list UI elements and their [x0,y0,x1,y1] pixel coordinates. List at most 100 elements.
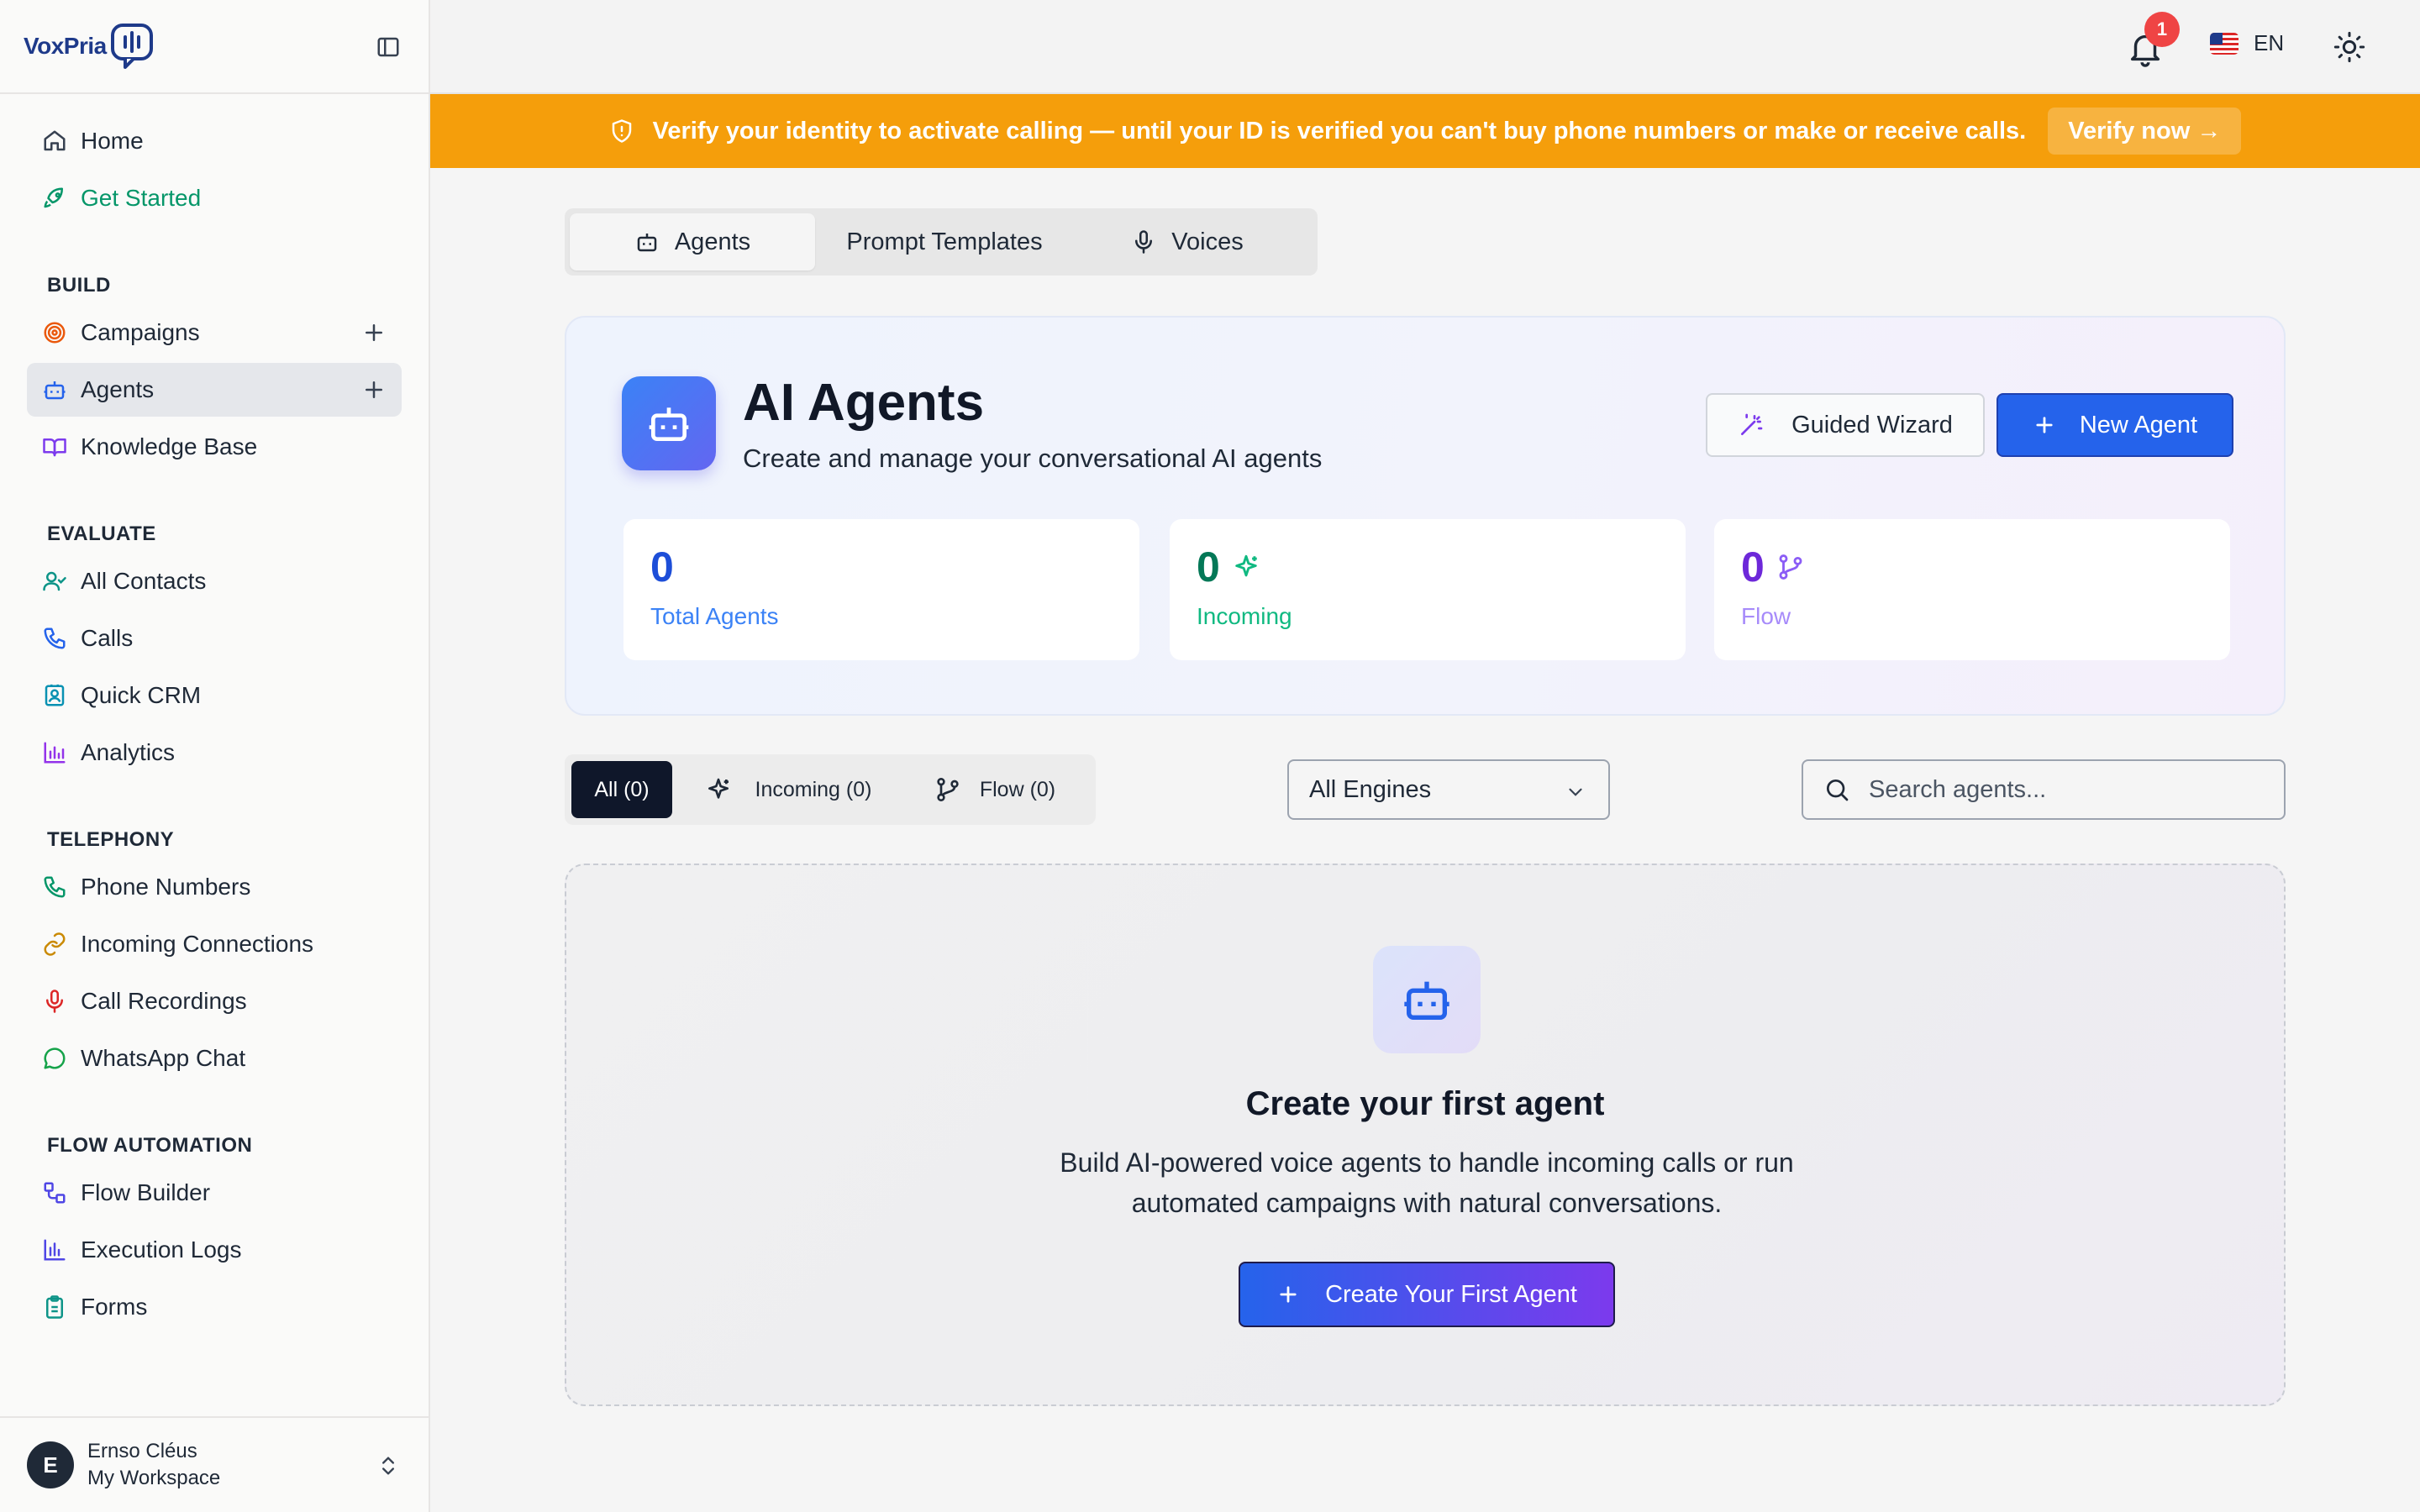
stat-card-flow: 0 Flow [1714,519,2230,660]
phone-icon [42,874,67,900]
user-menu[interactable]: E Ernso Cléus My Workspace [0,1416,429,1512]
user-check-icon [42,569,67,594]
content-tabs: Agents Prompt Templates Voices [565,208,1318,276]
sidebar-item-label: Get Started [81,185,202,211]
sidebar-item-all-contacts[interactable]: All Contacts [27,554,402,608]
logo-mark-icon [110,24,153,69]
section-title-build: BUILD [47,274,111,297]
target-icon [42,320,67,345]
sidebar: VoxPria Home Get Started BUILD Campaigns… [0,0,430,1512]
filter-flow[interactable]: Flow (0) [904,761,1086,818]
sidebar-item-label: Calls [81,625,134,651]
tab-label: Agents [674,228,751,255]
sidebar-item-get-started[interactable]: Get Started [27,171,402,225]
tab-label: Prompt Templates [846,228,1043,255]
add-campaign-icon[interactable] [361,320,387,345]
home-icon [42,129,67,154]
sidebar-item-whatsapp-chat[interactable]: WhatsApp Chat [27,1032,402,1085]
bar-chart-icon [42,1237,67,1263]
sidebar-item-label: Agents [81,376,155,402]
stat-label: Flow [1741,603,1791,629]
sidebar-item-execution-logs[interactable]: Execution Logs [27,1223,402,1277]
sidebar-toggle-icon[interactable] [373,32,403,62]
sidebar-item-quick-crm[interactable]: Quick CRM [27,669,402,722]
sidebar-item-label: Phone Numbers [81,874,251,900]
page-subtitle: Create and manage your conversational AI… [743,444,1323,473]
stat-label: Total Agents [650,603,779,629]
sun-icon[interactable] [2333,30,2366,64]
filter-all[interactable]: All (0) [571,761,672,818]
tab-prompt-templates[interactable]: Prompt Templates [815,213,1074,270]
magic-wand-icon [1741,413,1763,435]
contact-card-icon [42,683,67,708]
new-agent-button[interactable]: New Agent [1996,393,2233,457]
sidebar-item-agents[interactable]: Agents [27,363,402,417]
user-info: Ernso Cléus My Workspace [87,1440,220,1490]
filter-flow-label: Flow (0) [979,777,1056,801]
add-agent-icon[interactable] [361,377,387,402]
sidebar-item-label: Campaigns [81,319,200,345]
chat-bubble-icon [42,1046,67,1071]
tab-voices[interactable]: Voices [1074,213,1301,270]
stat-label: Incoming [1197,603,1292,629]
section-title-evaluate: EVALUATE [47,522,156,545]
page-title: AI Agents [743,374,985,432]
empty-state-description: Build AI-powered voice agents to handle … [1060,1147,1794,1218]
bar-chart-icon [42,740,67,765]
tab-agents[interactable]: Agents [570,213,815,270]
sidebar-item-knowledge-base[interactable]: Knowledge Base [27,420,402,474]
sidebar-item-campaigns[interactable]: Campaigns [27,306,402,360]
sidebar-item-incoming-connections[interactable]: Incoming Connections [27,917,402,971]
mic-icon [42,989,67,1014]
empty-state-title: Create your first agent [1245,1085,1605,1122]
banner-text: Verify your identity to activate calling… [652,117,2027,144]
sidebar-item-label: Execution Logs [81,1236,242,1263]
create-first-agent-button[interactable]: Create Your First Agent [1239,1262,1615,1327]
create-first-agent-label: Create Your First Agent [1325,1280,1577,1308]
guided-wizard-button[interactable]: Guided Wizard [1706,393,1985,457]
bot-icon [1373,946,1481,1053]
rocket-icon [42,186,67,211]
agent-type-filter: All (0) Incoming (0) Flow (0) [565,754,1096,825]
verify-now-button[interactable]: Verify now → [2048,108,2242,155]
sidebar-item-label: Analytics [81,739,176,765]
section-title-flow-automation: FLOW AUTOMATION [47,1134,253,1157]
notification-badge: 1 [2144,12,2180,47]
workspace-name: My Workspace [87,1467,221,1489]
plus-icon [1280,1286,1297,1303]
filter-incoming[interactable]: Incoming (0) [672,761,904,818]
sidebar-item-label: All Contacts [81,568,207,594]
tab-label: Voices [1171,228,1244,255]
sidebar-item-flow-builder[interactable]: Flow Builder [27,1166,402,1220]
chevron-down-icon [1569,788,1582,796]
sidebar-item-call-recordings[interactable]: Call Recordings [27,974,402,1028]
chevrons-up-down-icon[interactable] [376,1452,400,1480]
guided-wizard-label: Guided Wizard [1791,411,1953,438]
workflow-icon [42,1180,67,1205]
git-branch-icon [937,778,959,801]
sparkles-icon [1235,554,1257,577]
sidebar-item-forms[interactable]: Forms [27,1280,402,1334]
new-agent-label: New Agent [2079,411,2198,438]
sidebar-item-label: Knowledge Base [81,433,258,459]
search-input[interactable] [1869,775,2272,804]
language-selector[interactable]: EN [2210,30,2284,56]
sidebar-item-analytics[interactable]: Analytics [27,726,402,780]
sidebar-item-label: Incoming Connections [81,931,314,957]
us-flag-icon [2210,32,2238,55]
sidebar-item-calls[interactable]: Calls [27,612,402,665]
plus-icon [2036,417,2053,433]
logo[interactable]: VoxPria [24,22,157,71]
language-label: EN [2254,30,2285,55]
engine-select[interactable]: All Engines [1287,759,1610,820]
book-icon [42,434,67,459]
bot-icon [637,234,657,252]
filter-incoming-label: Incoming (0) [755,777,872,801]
git-branch-icon [1779,554,1802,580]
logo-text: VoxPria [24,33,107,59]
sidebar-item-phone-numbers[interactable]: Phone Numbers [27,860,402,914]
sidebar-item-label: Home [81,128,144,154]
sidebar-item-home[interactable]: Home [27,114,402,168]
sidebar-item-label: Forms [81,1294,148,1320]
stat-number: 0 [1741,543,1765,591]
